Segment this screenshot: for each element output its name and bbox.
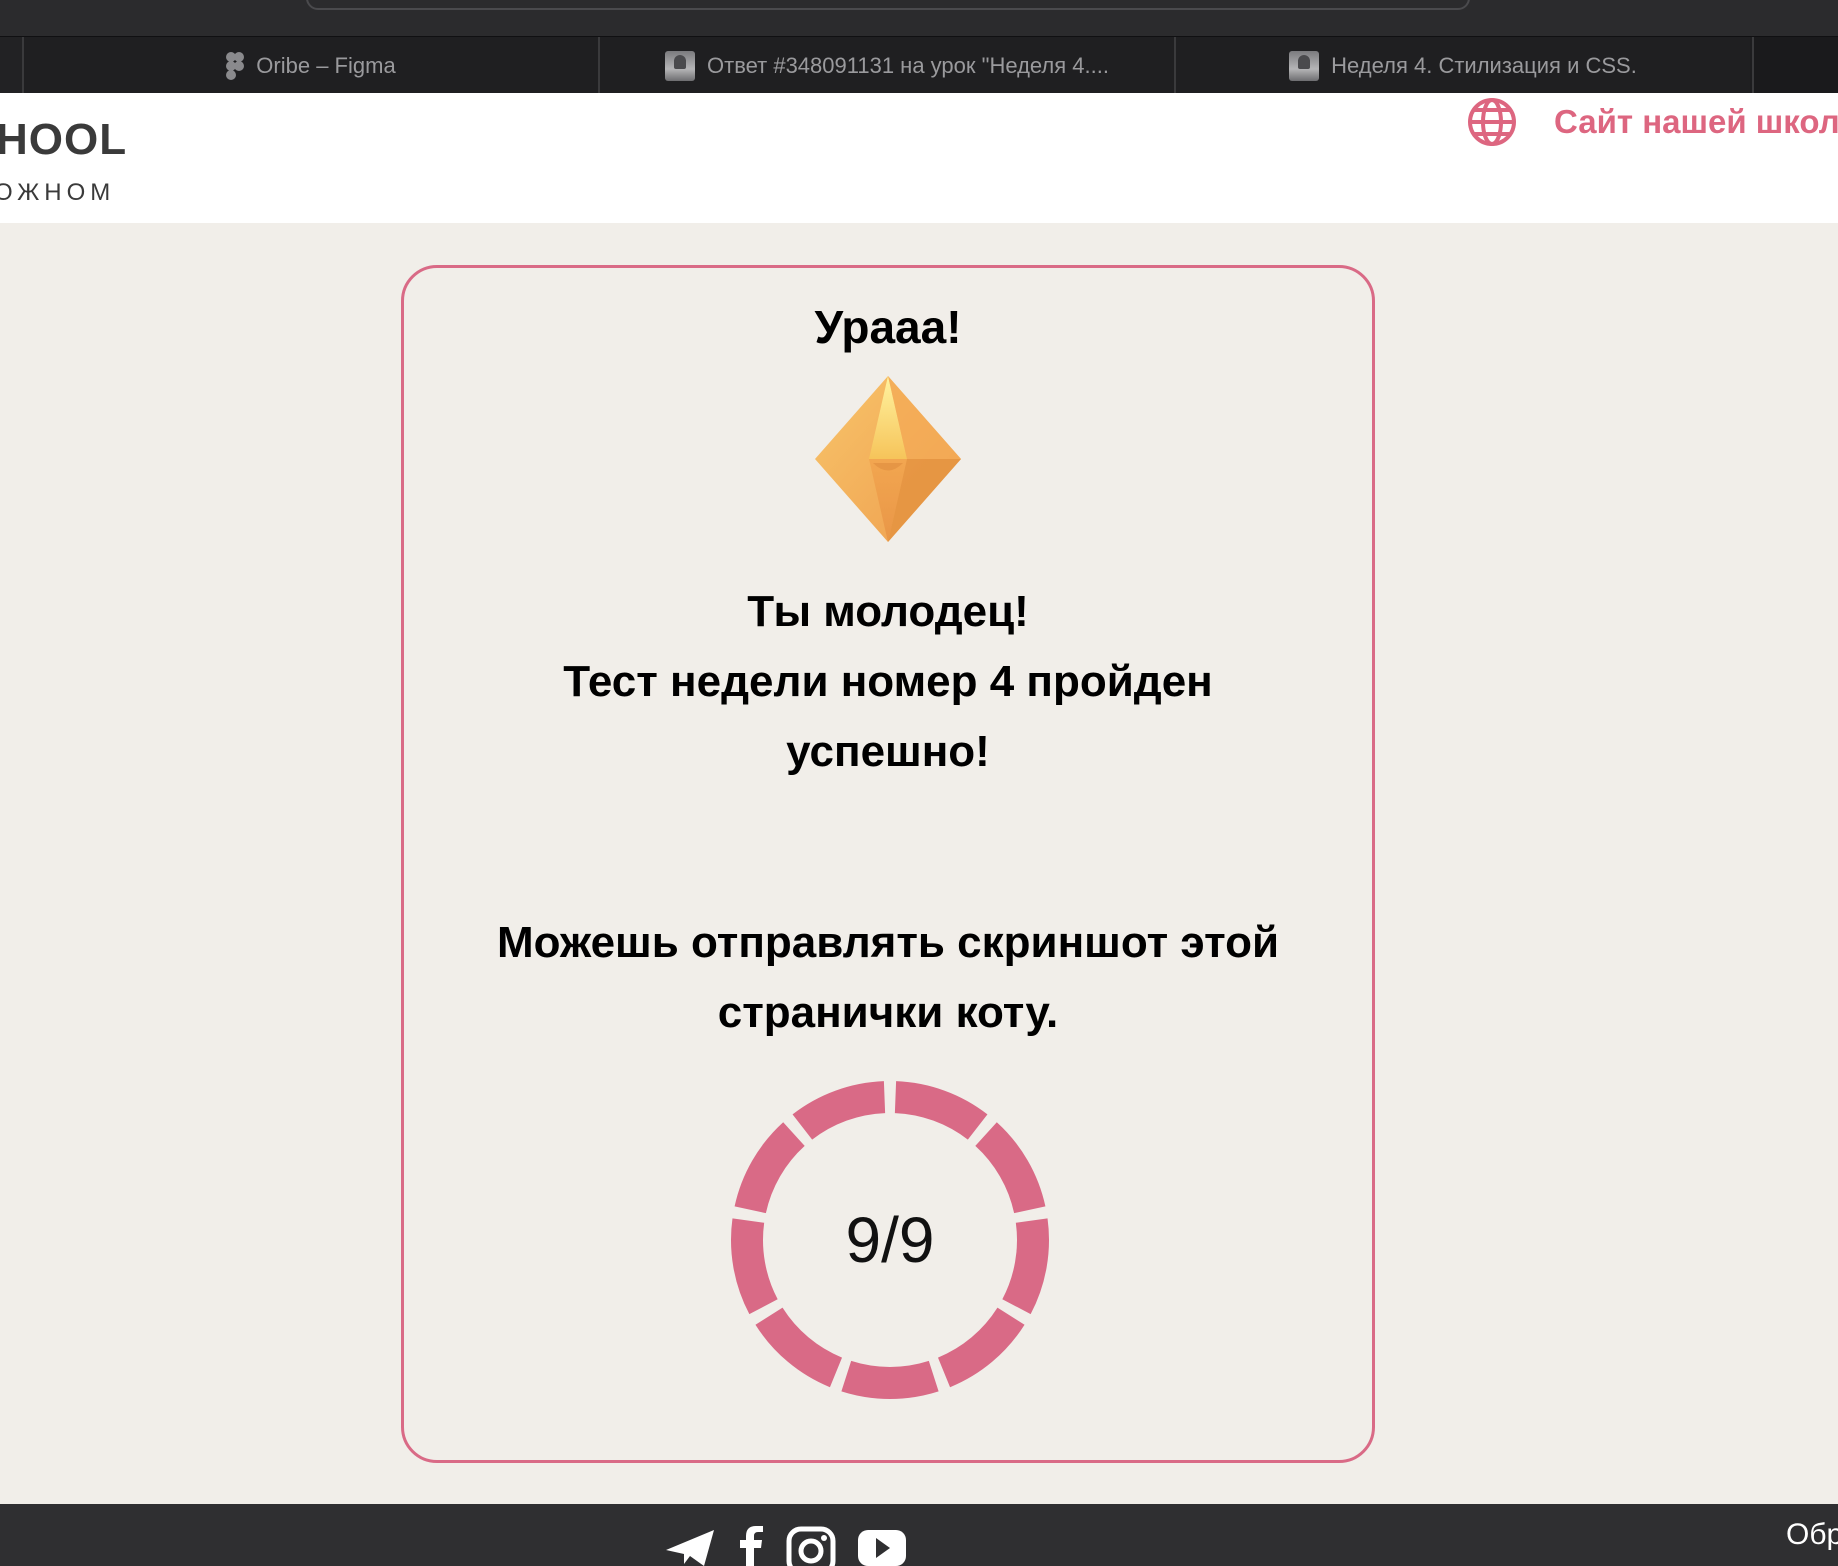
social-links [664, 1526, 908, 1566]
tab-lesson[interactable]: Неделя 4. Стилизация и CSS. [1174, 37, 1750, 94]
tab-figma[interactable]: Oribe – Figma [22, 37, 598, 94]
result-card: Ураaa! Ты молодец! Тест недели номер 4 п… [401, 265, 1375, 1463]
logo[interactable]: HOOL [0, 115, 127, 165]
tab-label: Неделя 4. Стилизация и CSS. [1331, 52, 1637, 78]
youtube-icon[interactable] [856, 1526, 908, 1566]
site-favicon-icon [665, 50, 696, 81]
site-favicon-icon [1289, 50, 1320, 81]
score-text: 9/9 [845, 1204, 935, 1276]
instagram-icon[interactable] [786, 1526, 836, 1566]
logo-tagline: ОЖНОМ [0, 179, 116, 206]
tab-stub[interactable] [0, 37, 22, 94]
facebook-icon[interactable] [736, 1526, 766, 1566]
instruction-line: Можешь отправлять скриншот этой [497, 918, 1279, 967]
message-line: успешно! [786, 727, 990, 776]
footer: Обр [0, 1504, 1838, 1566]
telegram-icon[interactable] [664, 1526, 716, 1566]
footer-link[interactable]: Обр [1786, 1518, 1838, 1552]
success-message: Ты молодец! Тест недели номер 4 пройден … [434, 577, 1342, 787]
figma-icon [226, 51, 245, 80]
globe-icon[interactable] [1466, 96, 1518, 148]
browser-toolbar [0, 0, 1838, 36]
instruction-line: странички коту. [717, 988, 1059, 1037]
tab-label: Oribe – Figma [256, 52, 396, 78]
instruction-message: Можешь отправлять скриншот этой страничк… [434, 908, 1342, 1048]
message-line: Тест недели номер 4 пройден [563, 657, 1213, 706]
tab-bar: Oribe – Figma Ответ #348091131 на урок "… [0, 36, 1838, 94]
tab-answer[interactable]: Ответ #348091131 на урок "Неделя 4.... [598, 37, 1174, 94]
tab-bar-empty [1752, 37, 1838, 94]
site-header: HOOL ОЖНОМ Сайт нашей школы [0, 93, 1838, 223]
address-bar[interactable] [306, 0, 1470, 10]
message-line: Ты молодец! [747, 587, 1029, 636]
school-site-link[interactable]: Сайт нашей школы [1554, 103, 1838, 141]
diamond-gem-icon [815, 376, 961, 542]
card-title: Ураaa! [814, 301, 962, 353]
tab-label: Ответ #348091131 на урок "Неделя 4.... [707, 52, 1109, 78]
